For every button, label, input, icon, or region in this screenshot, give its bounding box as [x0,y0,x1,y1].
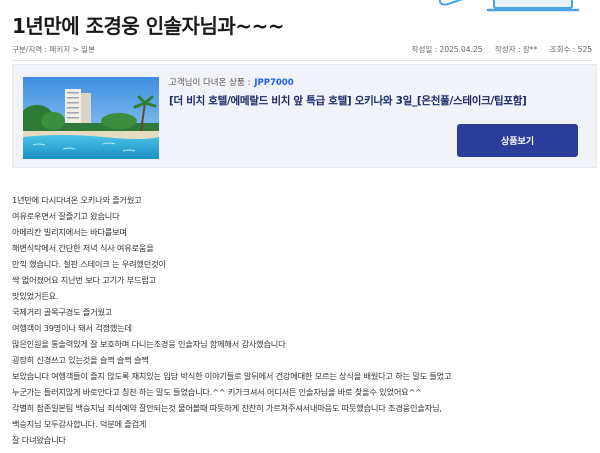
content-line: 여유로우면서 잘즐기고 왔습니다 [12,211,120,221]
content-line: 만끽 했습니다. 철판 스테이크 는 우려했던것이 [12,259,166,269]
view-product-button[interactable]: 상품보기 [457,124,578,157]
content-line: 싹 없어졌어요 지난번 보다 고기가 부드럽고 [12,275,156,285]
laptop-illustration-icon [439,0,580,12]
content-line: 보았습니다 여행객들이 즐지 않도록 재치있는 입담 박식한 이야기들로 알뒤에… [12,371,452,381]
content-line: 1년만에 다시다녀온 오키나와 즐거웠고 [12,195,142,205]
product-name: [더 비치 호텔/에메랄드 비치 앞 특급 호텔] 오키나와 3일_[온천풀/스… [169,95,527,107]
content-line: 굉장히 신경쓰고 있는것을 슬쩍 슬쩍 슬쩍 [12,355,149,365]
post-author: 작성자 : 장** [494,45,538,54]
post-info: 작성일 : 2025.04.25 작성자 : 장** 조회수 : 525 [402,44,592,55]
content-line: 국제거리 골목구경도 즐거웠고 [12,307,113,317]
content-line: 맛있었거든요. [12,291,59,301]
content-line: 많은인원을 통솔력있게 잘 보호하며 다니는조경웅 인솔자님 함께해서 감사했습… [12,339,286,349]
content-line: 아메리칸 빌리지에서는 바다를보며 [12,227,127,237]
content-line: 해변식탁에서 간단한 저녁 식사 여유로움을 [12,243,154,253]
product-code-row: 고객님이 다녀온 상품 : JPP7000 [169,76,294,88]
product-thumbnail-image[interactable] [23,77,159,159]
content-line: 잘 다녀왔습니다 [12,435,66,445]
breadcrumb: 구분/지역 : 패키지 > 일본 [12,45,95,54]
divider [12,60,592,61]
product-code-label: 고객님이 다녀온 상품 : [169,78,251,88]
content-line: 누군가는 들러지않게 바로안다고 칭찬 하는 말도 들었습니다.^^ 키가크셔서… [12,387,422,397]
page-title: 1년만에 조경웅 인솔자님과~~~ [12,14,285,38]
content-line: 백승지님 모두감사합니다. 덕분에 즐겁게 [12,419,147,429]
post-views: 조회수 : 525 [549,45,592,54]
product-code: JPP7000 [254,78,294,88]
post-date: 작성일 : 2025.04.25 [411,45,483,54]
content-line: 각별히 참존일본팀 백승지님 죄석예약 잘안되는것 물어볼때 따듯하게 찬찬히 … [12,403,442,413]
content-line: 여행객이 39명이나 돼서 걱정했는데 [12,323,132,333]
post-meta: 구분/지역 : 패키지 > 일본 작성일 : 2025.04.25 작성자 : … [12,44,592,58]
product-card: 고객님이 다녀온 상품 : JPP7000 [더 비치 호텔/에메랄드 비치 앞 … [12,64,597,168]
